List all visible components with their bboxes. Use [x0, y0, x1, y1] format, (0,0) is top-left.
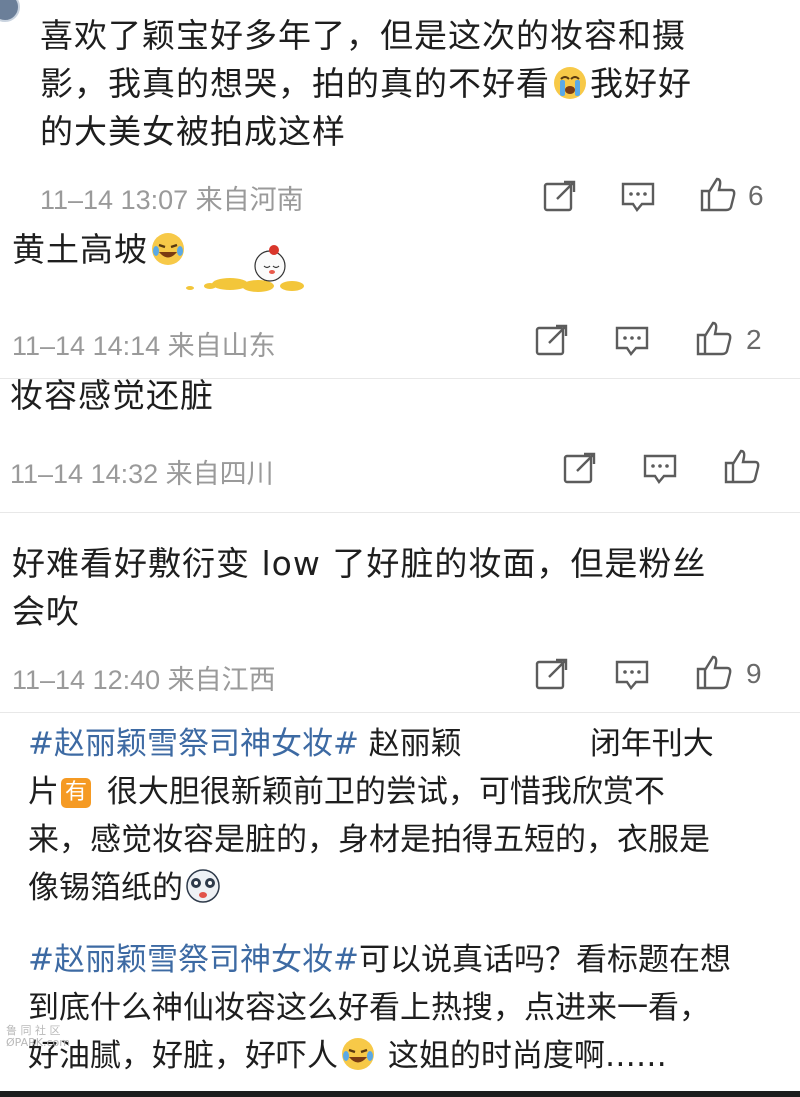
like-count: 2	[746, 324, 762, 355]
comment-meta: 11–14 12:40 来自江西	[12, 665, 276, 695]
crying-emoji-icon	[552, 65, 588, 101]
divider	[0, 512, 800, 513]
comment-icon[interactable]	[612, 654, 652, 694]
like-icon[interactable]	[694, 318, 734, 358]
comment-meta: 11–14 14:14 来自山东	[12, 331, 276, 361]
like-icon[interactable]	[698, 174, 738, 214]
redacted-area	[461, 726, 590, 760]
watermark: 鲁 同 社 区 ØPARK.com	[6, 1024, 70, 1049]
dizzy-face-emoji-icon	[185, 868, 221, 904]
repost-icon[interactable]	[532, 320, 572, 360]
comment-icon[interactable]	[640, 448, 680, 488]
post-text: #赵丽颖雪祭司神女妆#可以说真话吗？看标题在想 到底什么神仙妆容这么好看上热搜，…	[28, 942, 731, 1074]
divider	[0, 712, 800, 713]
comment-icon[interactable]	[612, 320, 652, 360]
comment-text: 妆容感觉还脏	[10, 376, 214, 415]
hashtag-link[interactable]: #赵丽颖雪祭司神女妆#	[28, 726, 359, 762]
comment-text: 黄土高坡	[12, 226, 188, 274]
laughing-crying-emoji-icon	[340, 1036, 376, 1072]
comment-meta: 11–14 13:07 来自河南	[40, 185, 304, 215]
like-count: 6	[748, 180, 764, 211]
gold-ingot-sticker-icon	[186, 245, 304, 292]
like-icon[interactable]	[694, 652, 734, 692]
avatar[interactable]	[0, 0, 20, 22]
post-text: #赵丽颖雪祭司神女妆# 赵丽颖 闭年刊大 片有 很大胆很新颖前卫的尝试，可惜我欣赏…	[28, 726, 714, 906]
like-icon[interactable]	[722, 446, 762, 486]
comment-text: 好难看好敷衍变 low 了好脏的妆面，但是粉丝 会吹	[12, 544, 707, 631]
like-count: 9	[746, 658, 762, 689]
you-badge-icon: 有	[61, 778, 91, 808]
repost-icon[interactable]	[560, 448, 600, 488]
comment-icon[interactable]	[618, 176, 658, 216]
comment-text: 喜欢了颖宝好多年了，但是这次的妆容和摄 影，我真的想哭，拍的真的不好看 我好好 的…	[40, 16, 692, 151]
repost-icon[interactable]	[532, 654, 572, 694]
repost-icon[interactable]	[540, 176, 580, 216]
comment-meta: 11–14 14:32 来自四川	[10, 459, 274, 489]
bottom-edge	[0, 1091, 800, 1097]
hashtag-link[interactable]: #赵丽颖雪祭司神女妆#	[28, 942, 359, 978]
